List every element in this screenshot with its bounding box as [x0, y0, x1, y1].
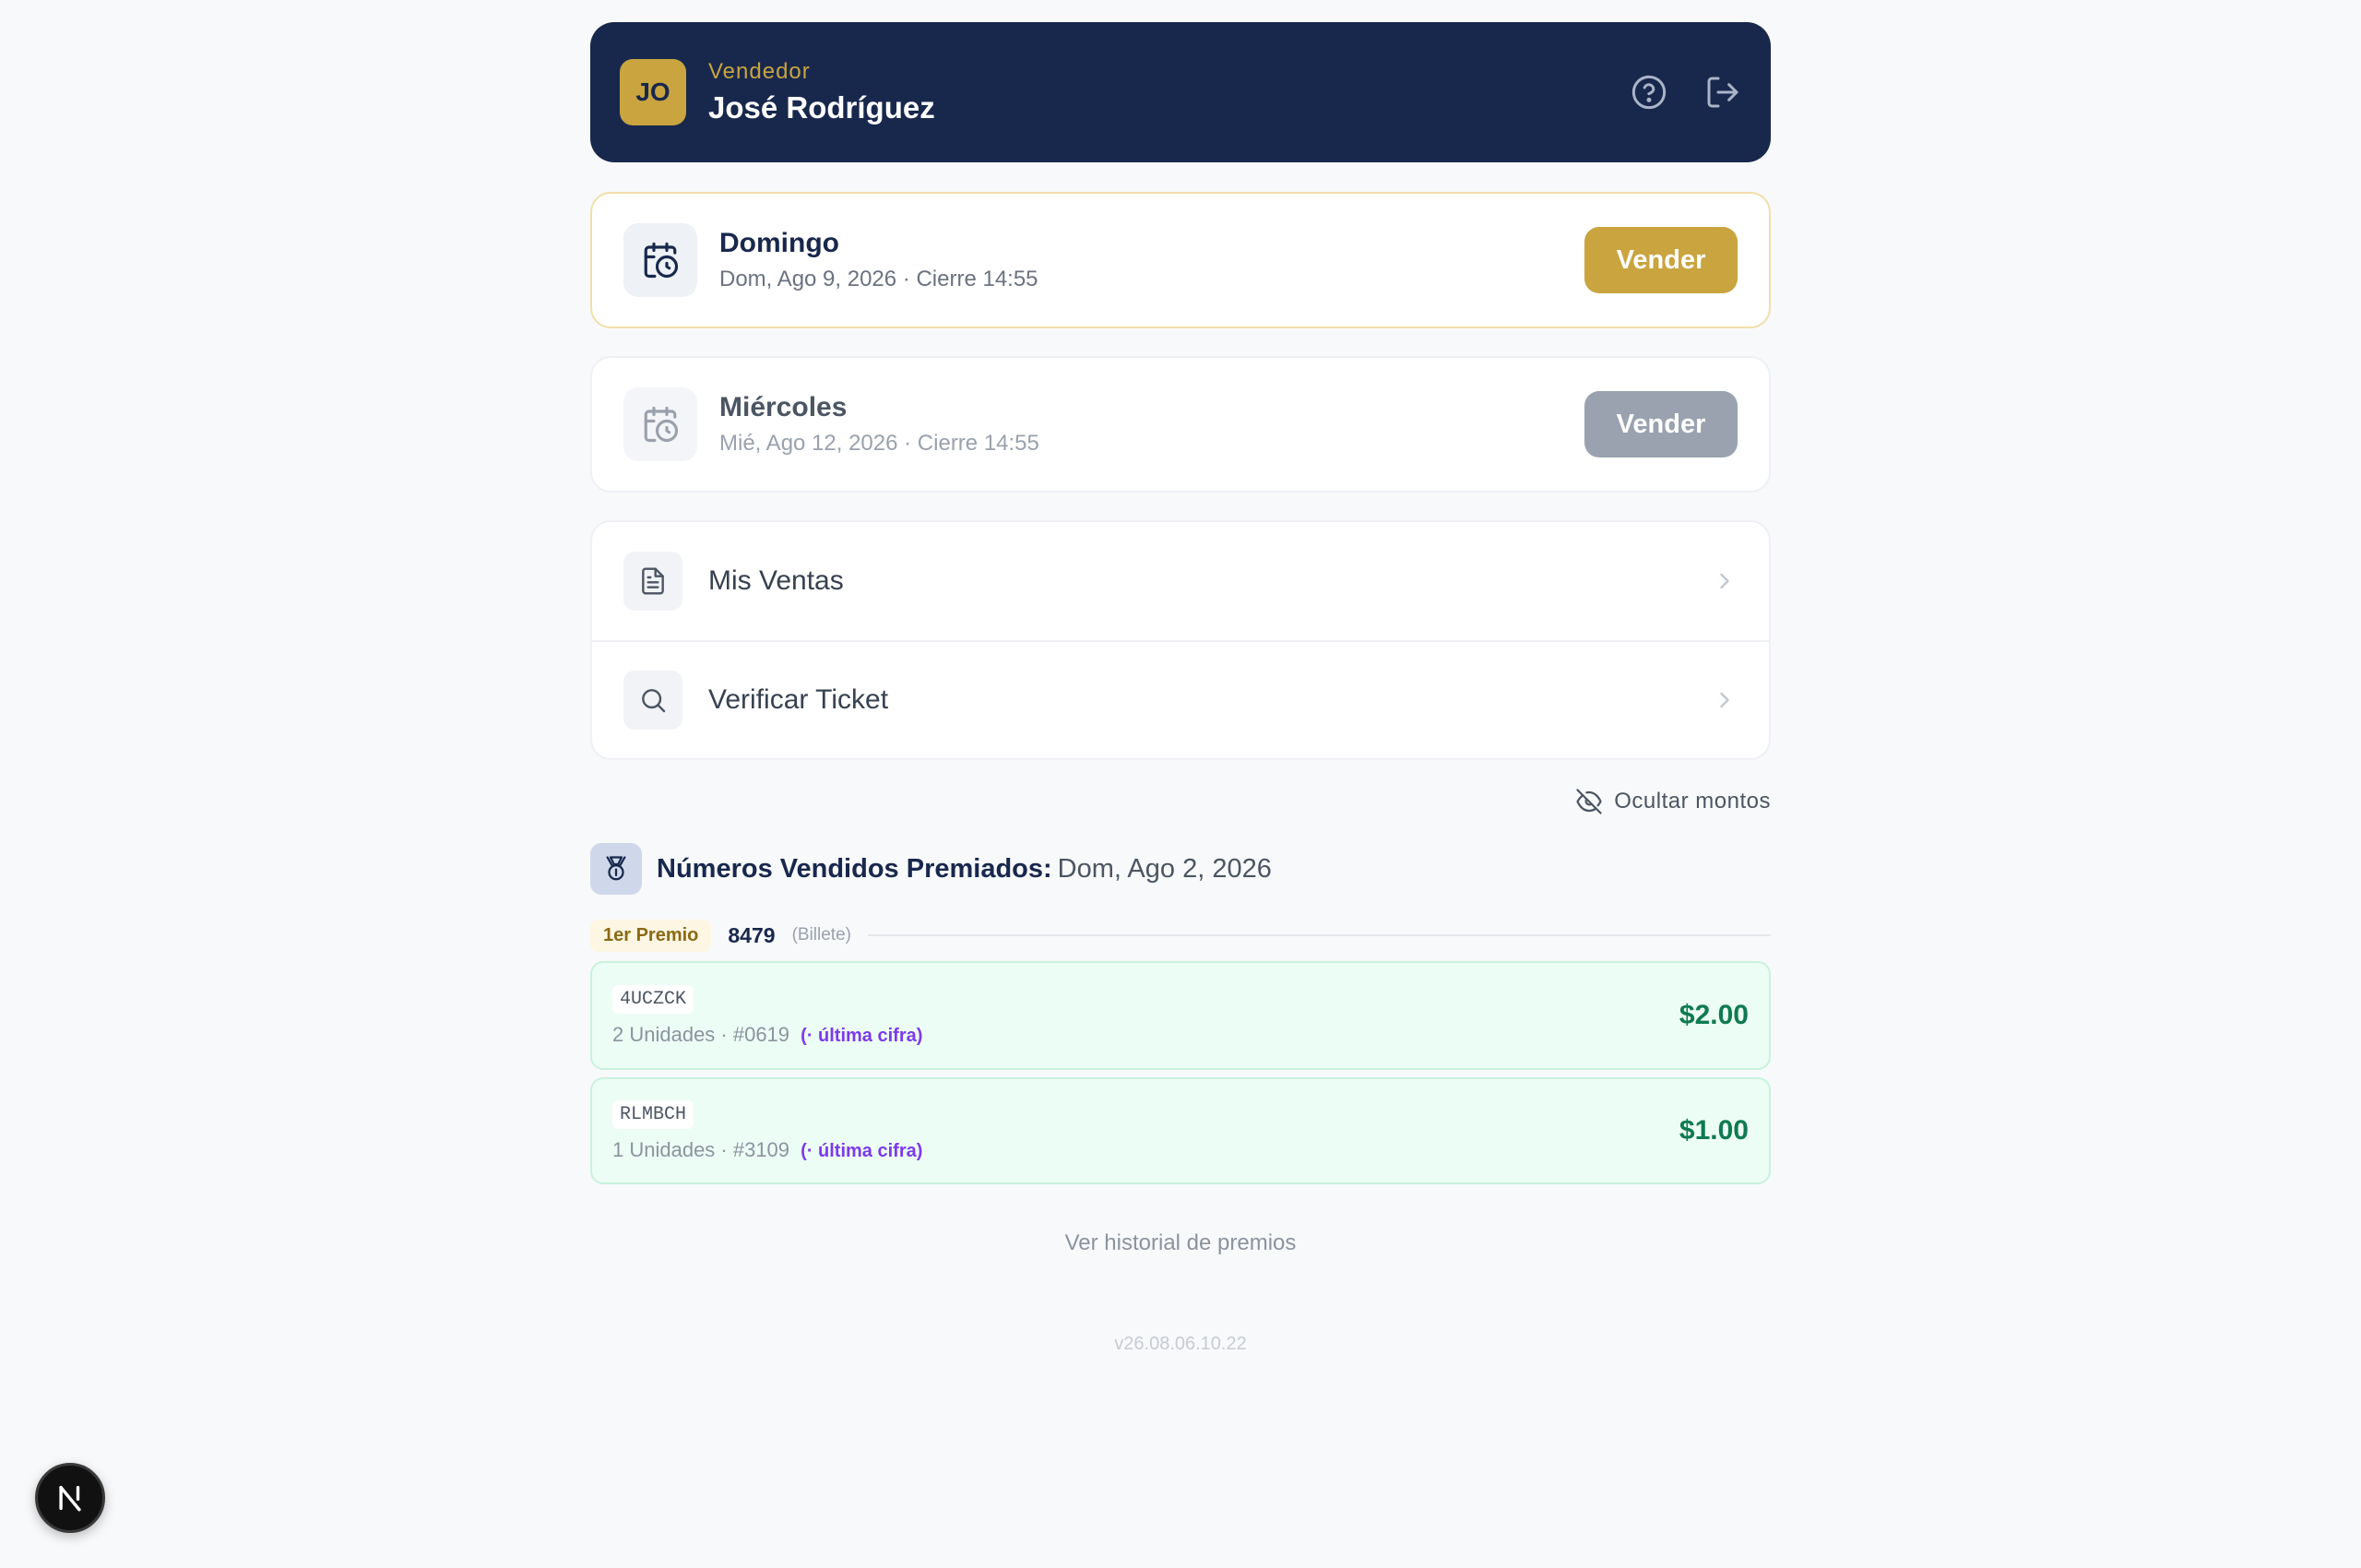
medal-icon-box — [590, 843, 642, 895]
first-prize-row: 1er Premio 8479 (Billete) — [590, 919, 1771, 952]
prize-number: 8479 — [728, 922, 776, 947]
ticket-detail: 2 Unidades · #0619 — [612, 1022, 790, 1046]
ticket-detail: 1 Unidades · #3109 — [612, 1137, 790, 1161]
help-circle-icon — [1631, 75, 1667, 110]
search-icon — [642, 689, 666, 713]
history-row: Ver historial de premios — [590, 1230, 1771, 1256]
draw-icon-box — [623, 223, 697, 297]
winning-ticket: RLMBCH 1 Unidades · #3109 (· última cifr… — [590, 1077, 1771, 1184]
prizes-title: Números Vendidos Premiados: — [657, 853, 1052, 884]
n-floating-button[interactable] — [35, 1463, 105, 1533]
ticket-detail-row: 2 Unidades · #0619 (· última cifra) — [612, 1023, 922, 1047]
seller-role: Vendedor — [708, 59, 811, 84]
calendar-clock-icon — [644, 242, 679, 279]
avatar: JO — [620, 59, 686, 125]
document-icon — [642, 567, 664, 595]
app-version: v26.08.06.10.22 — [1114, 1334, 1247, 1354]
ticket-amount: $1.00 — [1679, 1115, 1749, 1146]
n-logo-icon — [59, 1485, 81, 1512]
help-button[interactable] — [1631, 74, 1667, 111]
ticket-amount: $2.00 — [1679, 1000, 1749, 1030]
hide-amounts-row: Ocultar montos — [590, 788, 1771, 815]
ticket-code: RLMBCH — [612, 1099, 694, 1129]
prizes-date: Dom, Ago 2, 2026 — [1057, 853, 1272, 884]
prize-badge: 1er Premio — [590, 919, 712, 952]
draw-card-domingo: Domingo Dom, Ago 9, 2026 · Cierre 14:55 … — [590, 192, 1771, 328]
draw-title: Domingo — [719, 228, 839, 258]
ticket-tag: (· última cifra) — [801, 1140, 923, 1161]
menu-item-mis-ventas[interactable]: Mis Ventas — [592, 522, 1769, 640]
seller-header: JO Vendedor José Rodríguez — [590, 22, 1771, 162]
draw-title: Miércoles — [719, 392, 848, 422]
app-container: JO Vendedor José Rodríguez Domingo Dom, … — [590, 22, 1771, 1355]
sell-button[interactable]: Vender — [1584, 227, 1738, 293]
seller-name: José Rodríguez — [708, 90, 935, 125]
ticket-code: 4UCZCK — [612, 984, 694, 1014]
divider — [867, 934, 1771, 936]
ticket-detail-row: 1 Unidades · #3109 (· última cifra) — [612, 1138, 922, 1162]
menu-list: Mis Ventas Verificar Ticket — [590, 520, 1771, 760]
menu-item-label: Mis Ventas — [708, 565, 844, 596]
calendar-clock-icon — [644, 406, 679, 443]
ticket-tag: (· última cifra) — [801, 1025, 923, 1046]
draw-text: Miércoles Mié, Ago 12, 2026 · Cierre 14:… — [719, 392, 1039, 457]
prize-type: (Billete) — [791, 925, 851, 944]
prizes-header: Números Vendidos Premiados: Dom, Ago 2, … — [590, 843, 1771, 895]
header-actions — [1631, 74, 1741, 111]
menu-icon-box — [623, 671, 682, 730]
eye-off-icon — [1576, 789, 1602, 814]
logout-button[interactable] — [1704, 74, 1741, 111]
draw-card-miercoles: Miércoles Mié, Ago 12, 2026 · Cierre 14:… — [590, 356, 1771, 493]
chevron-right-icon — [1720, 573, 1729, 589]
prize-history-link[interactable]: Ver historial de premios — [1065, 1230, 1297, 1255]
menu-icon-box — [623, 552, 682, 611]
logout-icon — [1707, 77, 1738, 108]
draw-subtitle: Mié, Ago 12, 2026 · Cierre 14:55 — [719, 431, 1039, 456]
hide-amounts-label: Ocultar montos — [1614, 789, 1771, 814]
ticket-info: RLMBCH 1 Unidades · #3109 (· última cifr… — [612, 1099, 922, 1162]
draw-subtitle: Dom, Ago 9, 2026 · Cierre 14:55 — [719, 267, 1038, 291]
ticket-info: 4UCZCK 2 Unidades · #0619 (· última cifr… — [612, 984, 922, 1047]
menu-item-label: Verificar Ticket — [708, 684, 889, 715]
chevron-right-icon — [1720, 692, 1729, 708]
sell-button-disabled[interactable]: Vender — [1584, 391, 1738, 457]
winning-ticket: 4UCZCK 2 Unidades · #0619 (· última cifr… — [590, 961, 1771, 1070]
draw-icon-box — [623, 387, 697, 461]
draw-text: Domingo Dom, Ago 9, 2026 · Cierre 14:55 — [719, 228, 1038, 292]
medal-icon — [606, 856, 626, 881]
seller-info: Vendedor José Rodríguez — [708, 59, 935, 125]
hide-amounts-toggle[interactable]: Ocultar montos — [1575, 788, 1771, 815]
menu-item-verificar-ticket[interactable]: Verificar Ticket — [592, 640, 1769, 758]
